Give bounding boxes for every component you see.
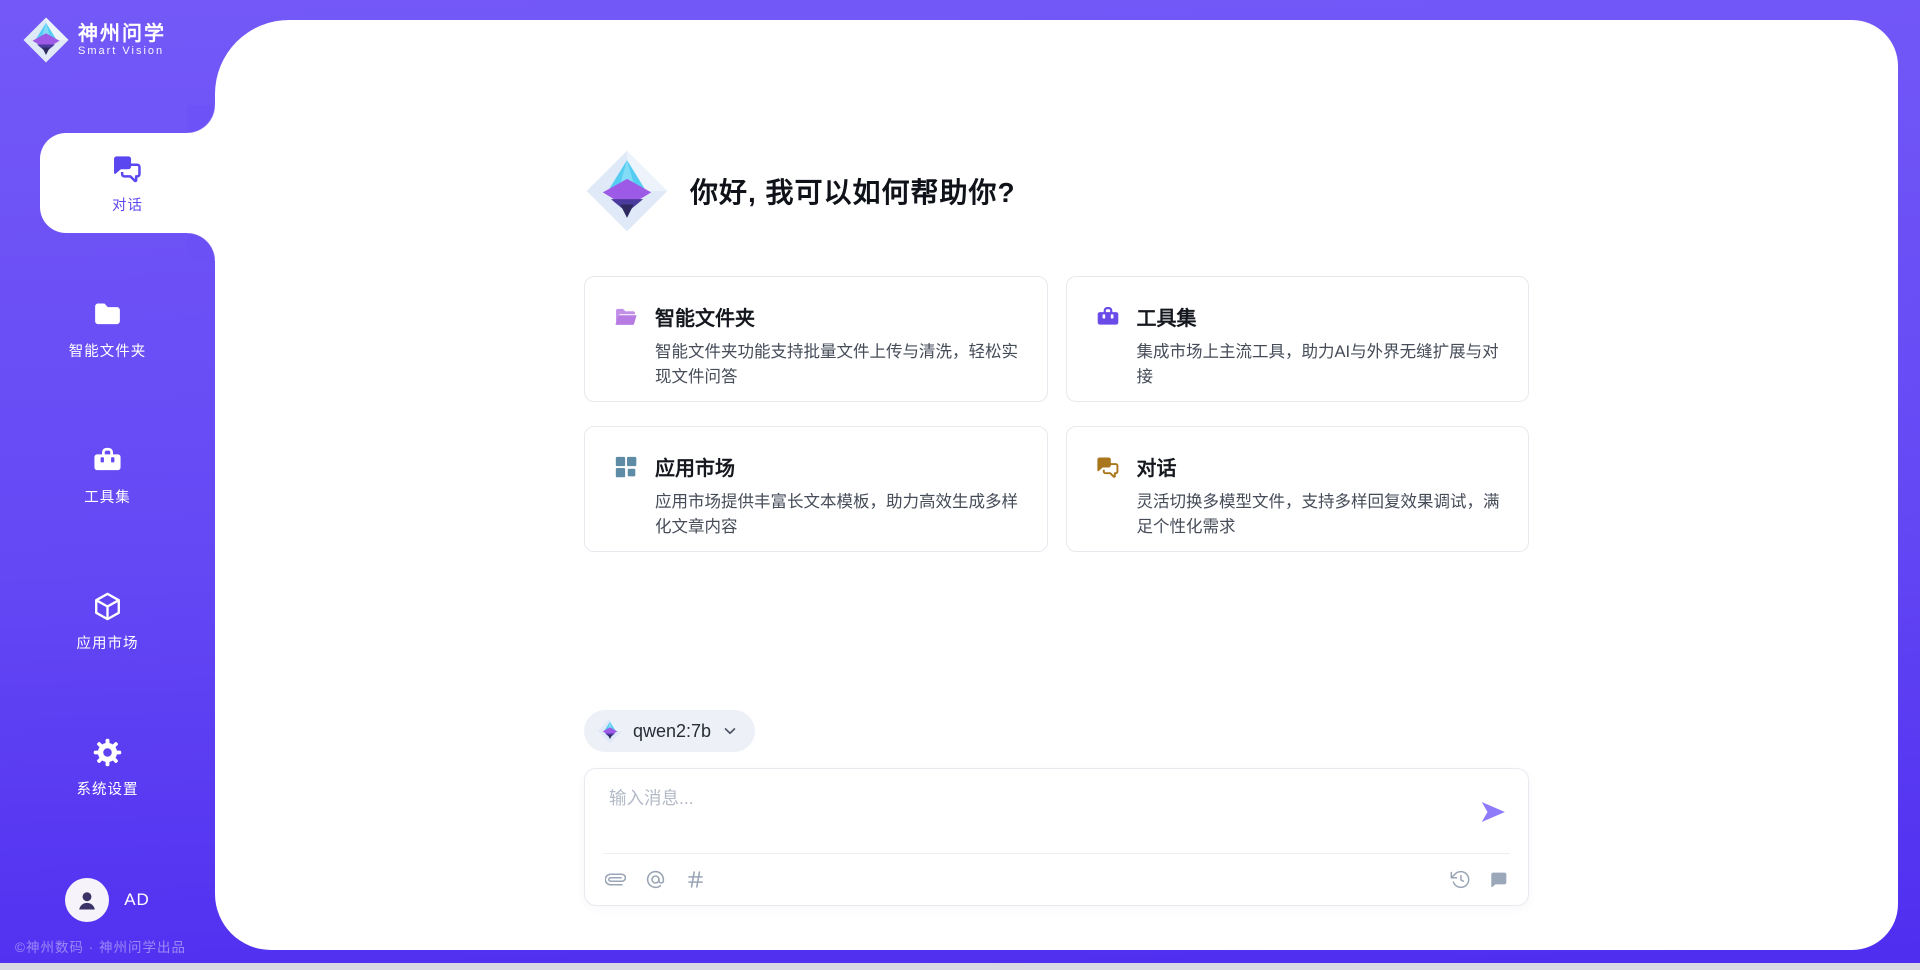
briefcase-icon (1095, 304, 1121, 330)
app-logo: 神州问学 Smart Vision (22, 16, 166, 64)
app-subtitle: Smart Vision (78, 45, 166, 57)
sidebar-item-app-market[interactable]: 应用市场 (0, 571, 215, 671)
history-icon[interactable] (1450, 869, 1471, 890)
sidebar-item-label: 智能文件夹 (69, 340, 147, 361)
sidebar-item-label: 系统设置 (77, 778, 139, 799)
copyright-text: ©神州数码 · 神州问学出品 (15, 936, 186, 956)
message-composer (584, 768, 1529, 906)
sidebar-item-chat[interactable]: 对话 (40, 133, 215, 233)
user-name: AD (124, 890, 150, 910)
sidebar: 神州问学 Smart Vision 对话 智能文件夹 工具集 (0, 0, 215, 970)
cube-icon (89, 590, 126, 623)
card-title: 工具集 (1137, 302, 1197, 331)
model-name: qwen2:7b (633, 721, 711, 742)
sidebar-item-label: 对话 (112, 194, 143, 215)
brand-diamond-icon (597, 718, 623, 744)
mention-icon[interactable] (645, 869, 666, 890)
card-chat[interactable]: 对话 灵活切换多模型文件，支持多样回复效果调试，满足个性化需求 (1066, 426, 1530, 552)
app-grid-icon (613, 454, 639, 480)
chat-bubbles-icon (109, 152, 146, 185)
sidebar-item-settings[interactable]: 系统设置 (0, 717, 215, 817)
card-description: 应用市场提供丰富长文本模板，助力高效生成多样化文章内容 (655, 490, 1019, 540)
folder-open-icon (613, 304, 639, 330)
window-bottom-edge (0, 963, 1920, 970)
toolbox-icon (89, 444, 126, 477)
main-panel: 你好, 我可以如何帮助你? 智能文件夹 智能文件夹功能支持批量文件上传与清洗，轻… (215, 20, 1898, 950)
card-description: 智能文件夹功能支持批量文件上传与清洗，轻松实现文件问答 (655, 340, 1019, 390)
user-account[interactable]: AD (0, 878, 215, 922)
sidebar-item-toolset[interactable]: 工具集 (0, 425, 215, 525)
brand-diamond-icon (584, 148, 670, 234)
app-name: 神州问学 (78, 23, 166, 45)
greeting: 你好, 我可以如何帮助你? (584, 148, 1529, 234)
sidebar-item-smart-folder[interactable]: 智能文件夹 (0, 279, 215, 379)
greeting-title: 你好, 我可以如何帮助你? (690, 171, 1016, 211)
hashtag-icon[interactable] (685, 869, 706, 890)
folder-icon (89, 298, 126, 331)
message-input[interactable] (609, 785, 1478, 845)
attach-file-icon[interactable] (605, 869, 626, 890)
brand-diamond-icon (22, 16, 70, 64)
sidebar-item-label: 应用市场 (77, 632, 139, 653)
card-app-market[interactable]: 应用市场 应用市场提供丰富长文本模板，助力高效生成多样化文章内容 (584, 426, 1048, 552)
card-title: 对话 (1137, 452, 1177, 481)
card-title: 智能文件夹 (655, 302, 755, 331)
send-icon[interactable] (1478, 797, 1508, 827)
chevron-down-icon (721, 722, 739, 740)
card-title: 应用市场 (655, 452, 735, 481)
person-icon (74, 887, 100, 913)
sidebar-nav: 对话 智能文件夹 工具集 应用市场 (0, 133, 215, 863)
sidebar-item-label: 工具集 (84, 486, 131, 507)
chat-bubble-icon[interactable] (1487, 869, 1508, 890)
card-description: 集成市场上主流工具，助力AI与外界无缝扩展与对接 (1137, 340, 1501, 390)
card-smart-folder[interactable]: 智能文件夹 智能文件夹功能支持批量文件上传与清洗，轻松实现文件问答 (584, 276, 1048, 402)
chat-bubbles-icon (1095, 454, 1121, 480)
card-toolset[interactable]: 工具集 集成市场上主流工具，助力AI与外界无缝扩展与对接 (1066, 276, 1530, 402)
feature-cards: 智能文件夹 智能文件夹功能支持批量文件上传与清洗，轻松实现文件问答 工具集 集成… (584, 276, 1529, 552)
avatar (65, 878, 109, 922)
model-selector[interactable]: qwen2:7b (584, 710, 755, 752)
gear-icon (89, 736, 126, 769)
card-description: 灵活切换多模型文件，支持多样回复效果调试，满足个性化需求 (1137, 490, 1501, 540)
